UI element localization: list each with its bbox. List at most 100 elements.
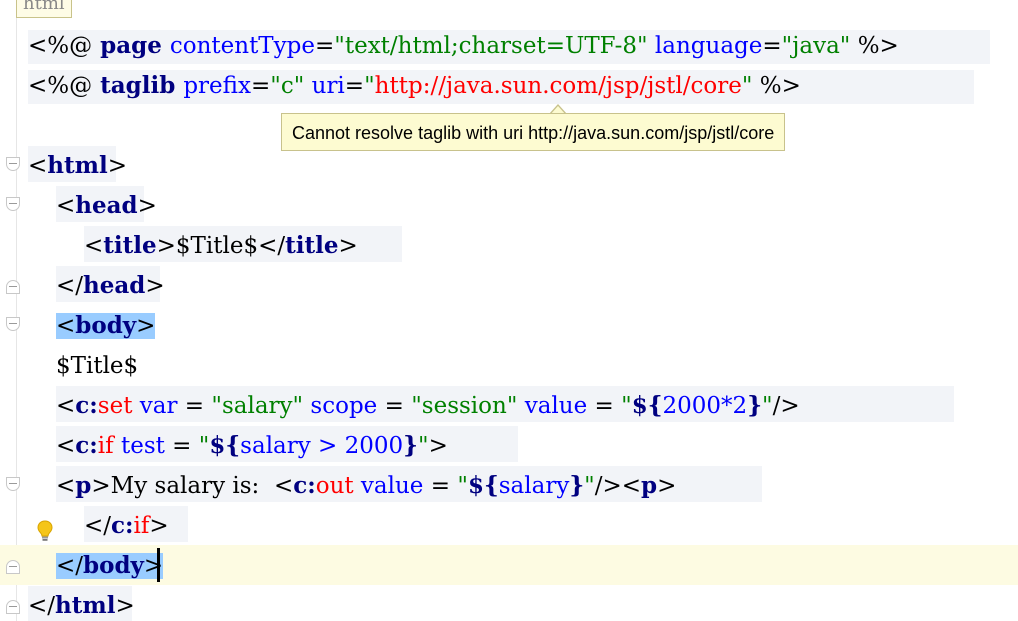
- tag-namespace: c:: [293, 472, 316, 499]
- tag-bracket: >: [428, 433, 448, 459]
- breadcrumb[interactable]: html: [16, 0, 72, 18]
- quote: ": [621, 393, 632, 419]
- el-close-brace: }: [569, 472, 585, 499]
- tag-bracket: <: [84, 233, 104, 259]
- fold-marker-icon[interactable]: [6, 600, 20, 614]
- tag-bracket: <: [56, 473, 76, 499]
- el-expression: 2000*2: [662, 393, 748, 419]
- el-close-brace: }: [403, 432, 418, 459]
- fold-marker-icon[interactable]: [6, 560, 20, 574]
- tag-bracket: >: [156, 233, 176, 259]
- unresolved-tag-name: if: [133, 513, 150, 539]
- attribute-name: value: [353, 473, 424, 499]
- directive-name: taglib: [92, 72, 184, 99]
- code-line-5[interactable]: <head>: [56, 188, 157, 224]
- attribute-name: prefix: [183, 73, 251, 99]
- attribute-value: "session": [411, 393, 518, 419]
- quote: ": [364, 73, 375, 99]
- tag-bracket: >: [149, 513, 169, 539]
- attribute-name: var: [132, 393, 178, 419]
- code-editor[interactable]: html <%@ page contentType="text/html;cha…: [0, 0, 1018, 621]
- attribute-value: "text/html;charset=UTF-8": [334, 33, 648, 59]
- code-line-15[interactable]: </html>: [28, 588, 135, 621]
- tag-bracket: >: [91, 473, 111, 499]
- editor-gutter[interactable]: [0, 0, 28, 621]
- tag-name: body: [83, 552, 144, 579]
- equals-sign: =: [377, 393, 412, 419]
- tag-name: html: [55, 592, 116, 619]
- fold-marker-icon[interactable]: [6, 317, 20, 331]
- tag-bracket: </: [258, 233, 286, 259]
- tag-bracket: >: [338, 233, 358, 259]
- tag-bracket: <: [56, 433, 76, 459]
- quote: ": [761, 393, 773, 419]
- equals-sign: =: [423, 473, 458, 499]
- el-open-brace: ${: [209, 432, 241, 459]
- tag-bracket: <: [56, 313, 76, 339]
- tag-name: title: [103, 232, 157, 259]
- code-line-10[interactable]: <c:set var = "salary" scope = "session" …: [56, 388, 800, 424]
- code-line-8[interactable]: <body>: [56, 308, 156, 344]
- jsp-directive-close: %>: [752, 73, 801, 99]
- gutter-divider: [16, 0, 17, 621]
- tag-name: p: [75, 472, 92, 499]
- el-open-brace: ${: [631, 392, 663, 419]
- equals-sign: =: [762, 33, 782, 59]
- text-content: $Title$: [175, 233, 259, 259]
- code-line-1[interactable]: <%@ page contentType="text/html;charset=…: [28, 28, 899, 64]
- quote: ": [417, 433, 429, 459]
- el-expression: salary: [498, 473, 570, 499]
- unresolved-uri[interactable]: http://java.sun.com/jsp/jstl/core: [375, 73, 742, 99]
- fold-marker-icon[interactable]: [6, 197, 20, 211]
- fold-marker-icon[interactable]: [6, 477, 20, 491]
- tag-bracket: />: [772, 393, 800, 419]
- code-line-13[interactable]: </c:if>: [84, 508, 169, 544]
- code-line-2[interactable]: <%@ taglib prefix="c" uri="http://java.s…: [28, 68, 801, 104]
- jsp-directive-open: <%@: [28, 73, 93, 99]
- attribute-value: "java": [781, 33, 851, 59]
- code-line-14[interactable]: </body>: [56, 548, 164, 584]
- quote: ": [741, 73, 753, 99]
- error-tooltip: Cannot resolve taglib with uri http://ja…: [281, 113, 786, 151]
- code-line-11[interactable]: <c:if test = "${salary > 2000}">: [56, 428, 448, 464]
- el-expression: salary > 2000: [240, 433, 404, 459]
- code-line-12[interactable]: <p>My salary is: <c:out value = "${salar…: [56, 468, 676, 504]
- attribute-name: scope: [303, 393, 378, 419]
- tag-bracket: </: [56, 553, 84, 579]
- equals-sign: =: [177, 393, 212, 419]
- fold-marker-icon[interactable]: [6, 157, 20, 171]
- attribute-value: "salary": [211, 393, 304, 419]
- directive-name: page: [92, 32, 170, 59]
- attribute-name: contentType: [169, 33, 315, 59]
- tag-namespace: c:: [111, 512, 134, 539]
- unresolved-tag-name: set: [97, 393, 133, 419]
- equals-sign: =: [164, 433, 199, 459]
- equals-sign: =: [314, 33, 335, 59]
- tag-name: body: [75, 312, 137, 339]
- tag-bracket: >: [115, 593, 135, 619]
- lightbulb-icon[interactable]: [37, 520, 53, 542]
- attribute-name: uri: [311, 73, 345, 99]
- equals-sign: =: [587, 393, 622, 419]
- el-open-brace: ${: [467, 472, 499, 499]
- tag-bracket: >: [137, 193, 157, 219]
- tag-name: html: [47, 152, 108, 179]
- text-caret: [157, 548, 160, 582]
- tag-bracket: >: [136, 313, 156, 339]
- matched-tag-highlight: </body>: [56, 552, 164, 579]
- tag-name: p: [641, 472, 658, 499]
- tag-bracket: >: [107, 153, 127, 179]
- code-line-7[interactable]: </head>: [56, 268, 165, 304]
- fold-marker-icon[interactable]: [6, 280, 20, 294]
- code-line-6[interactable]: <title>$Title$</title>: [84, 228, 358, 264]
- tag-name: head: [75, 192, 138, 219]
- code-line-9[interactable]: $Title$: [56, 348, 138, 384]
- attribute-name: language: [654, 33, 763, 59]
- el-close-brace: }: [747, 392, 762, 419]
- tag-bracket: </: [28, 593, 56, 619]
- code-line-4[interactable]: <html>: [28, 148, 127, 184]
- tag-bracket: <: [273, 473, 294, 499]
- tag-namespace: c:: [75, 432, 98, 459]
